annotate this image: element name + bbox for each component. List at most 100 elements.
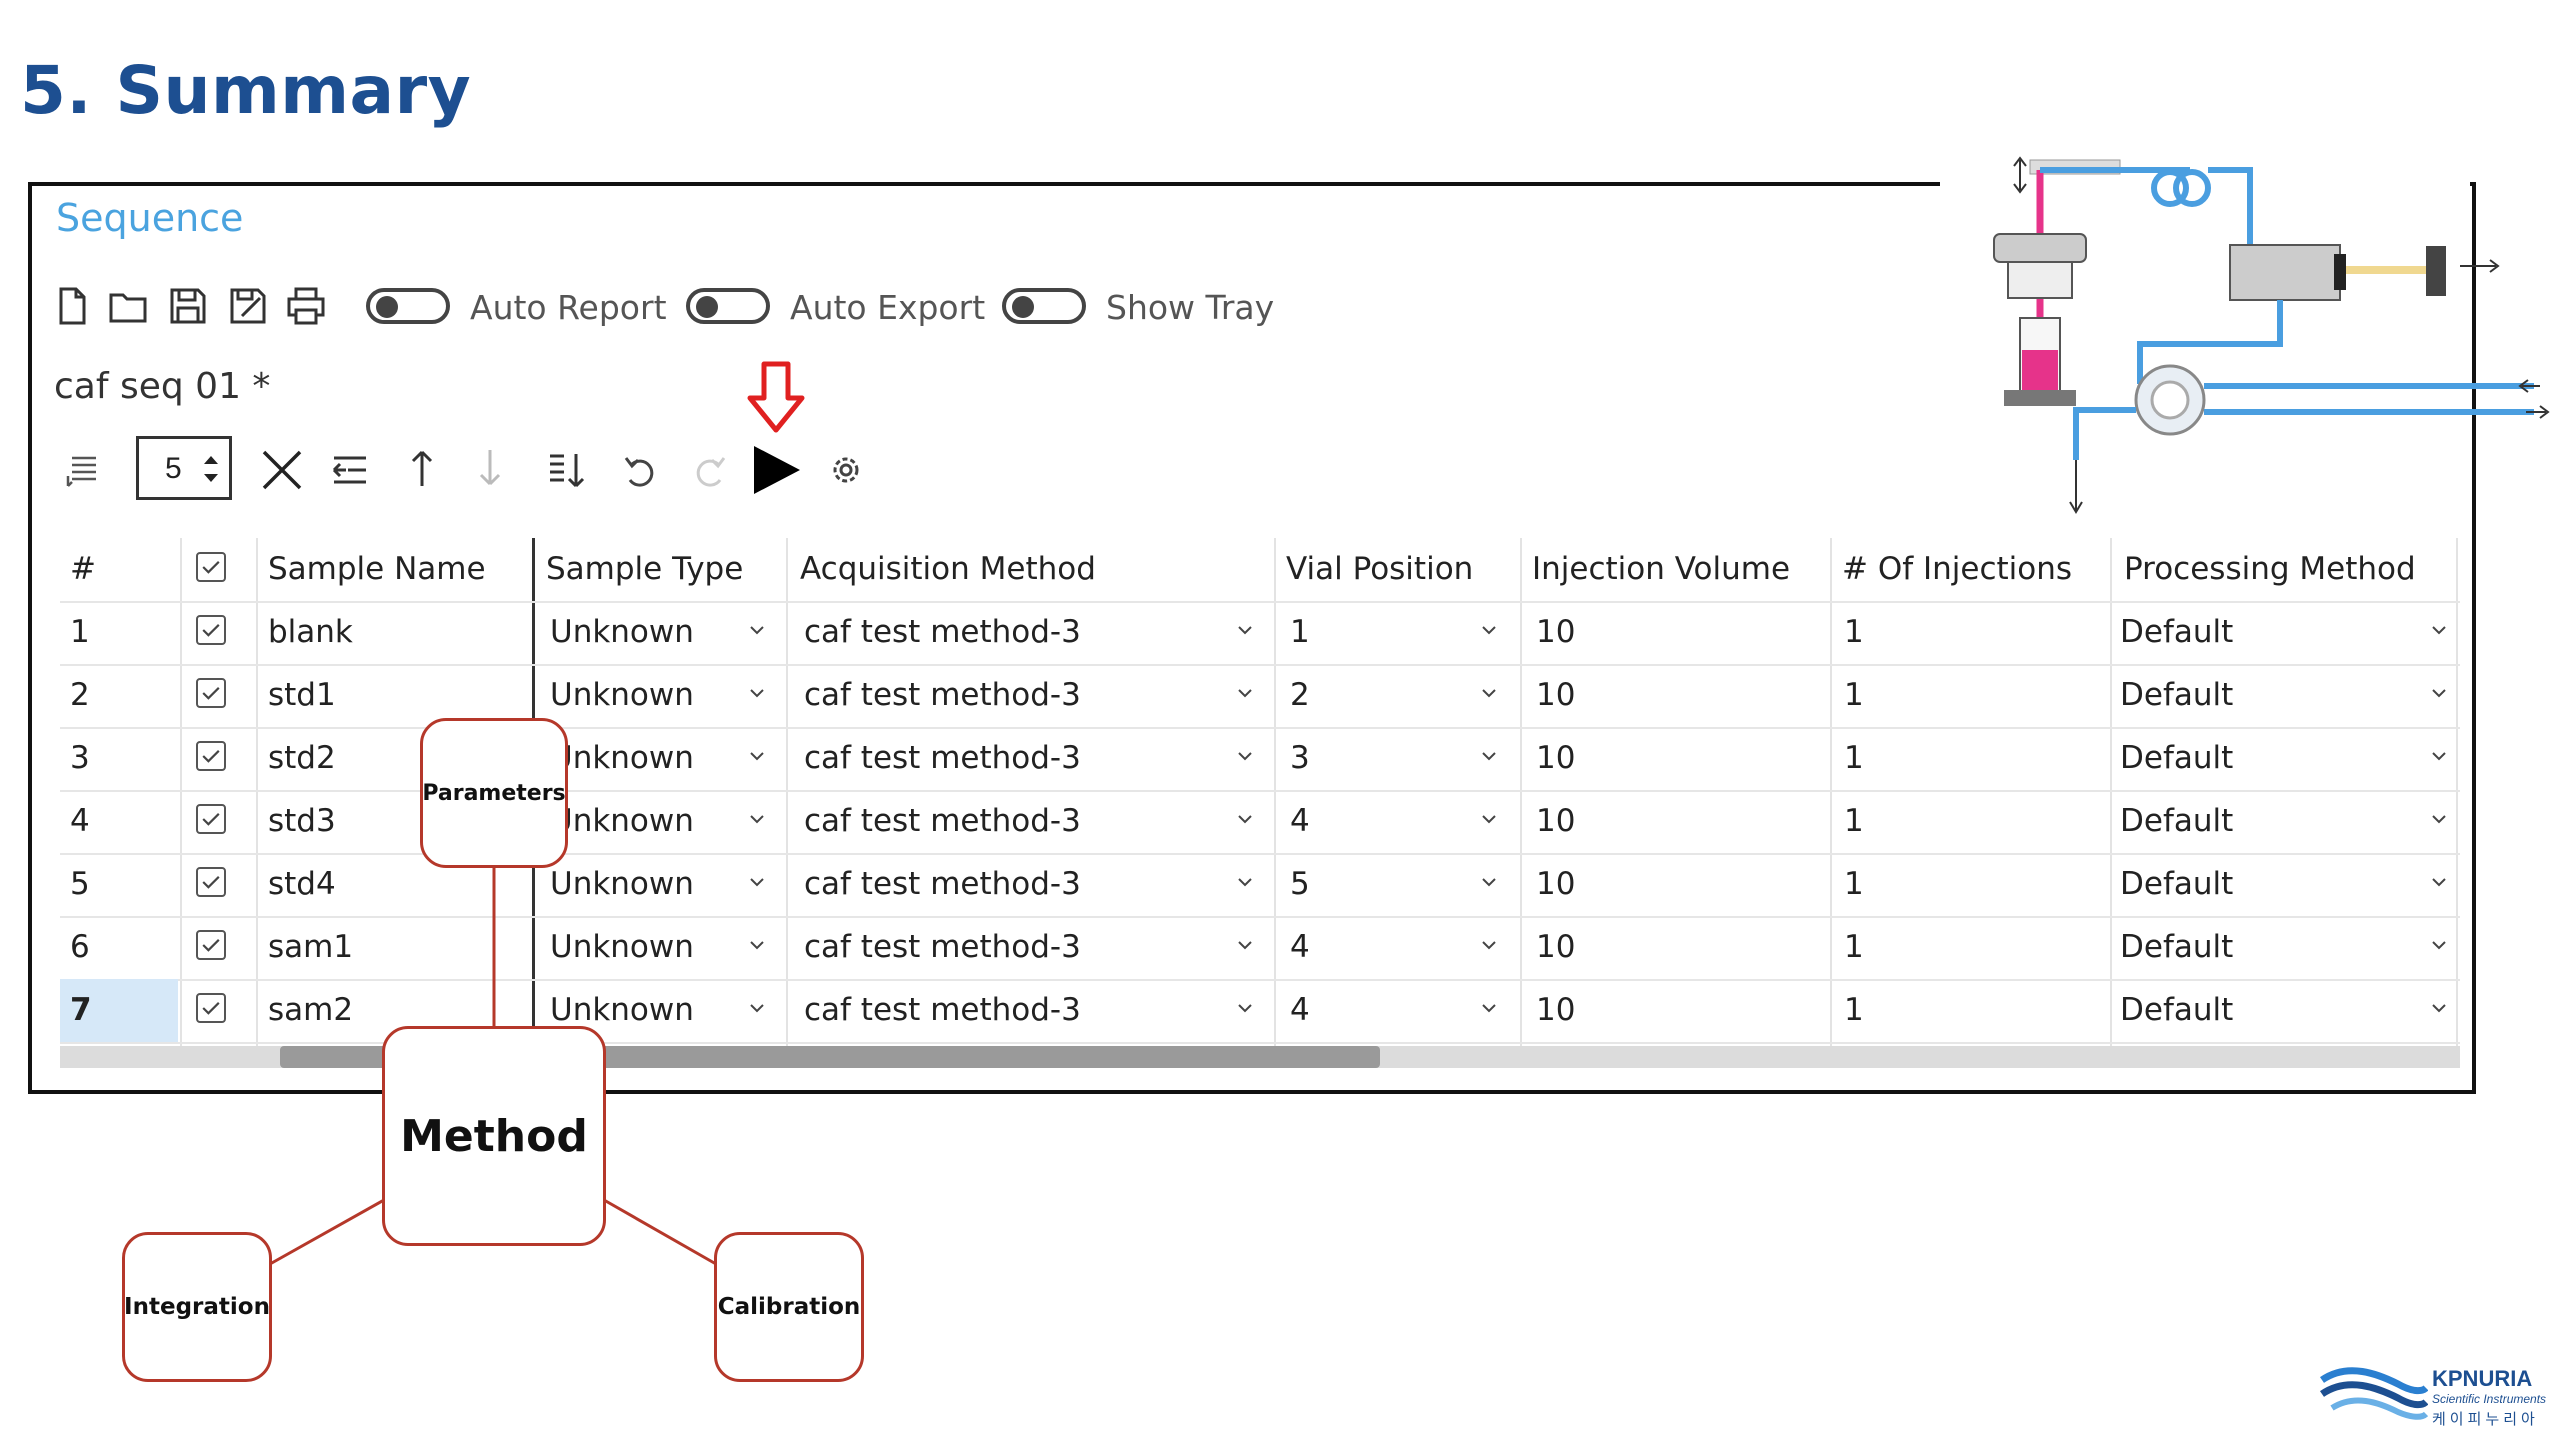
row-count-stepper[interactable]: 5 [136,436,232,500]
move-down-icon[interactable] [470,448,510,488]
save-icon[interactable] [168,286,208,326]
vial-position-select[interactable]: 3 [1290,727,1310,790]
table-row[interactable]: 6 sam1 Unknown caf test method-3 4 10 1 Default [60,916,2460,981]
chevron-down-icon[interactable] [1480,873,1498,891]
injections-count-cell[interactable]: 1 [1844,790,1864,853]
sample-name-cell[interactable]: std1 [268,664,336,727]
chevron-down-icon[interactable] [1236,621,1254,639]
injection-volume-cell[interactable]: 10 [1536,979,1575,1042]
vial-position-select[interactable]: 5 [1290,853,1310,916]
sample-name-cell[interactable]: sam1 [268,916,353,979]
outdent-icon[interactable] [330,450,370,490]
redo-icon[interactable] [690,452,730,492]
injections-count-cell[interactable]: 1 [1844,979,1864,1042]
run-icon[interactable] [748,442,804,498]
processing-method-select[interactable]: Default [2120,979,2233,1042]
vial-position-select[interactable]: 1 [1290,601,1310,664]
sample-name-cell[interactable]: std4 [268,853,336,916]
table-row[interactable]: 2 std1 Unknown caf test method-3 2 10 1 Default [60,664,2460,729]
processing-method-select[interactable]: Default [2120,790,2233,853]
chevron-down-icon[interactable] [748,810,766,828]
chevron-down-icon[interactable] [748,936,766,954]
processing-method-select[interactable]: Default [2120,601,2233,664]
injections-count-cell[interactable]: 1 [1844,664,1864,727]
chevron-down-icon[interactable] [2430,936,2448,954]
header-injection-volume[interactable]: Injection Volume [1532,538,1790,601]
processing-method-select[interactable]: Default [2120,727,2233,790]
sample-type-select[interactable]: Unknown [550,853,694,916]
show-tray-toggle[interactable] [1002,288,1086,324]
row-checkbox[interactable] [196,930,226,960]
sample-type-select[interactable]: Unknown [550,790,694,853]
injections-count-cell[interactable]: 1 [1844,916,1864,979]
chevron-down-icon[interactable] [1236,747,1254,765]
sample-name-cell[interactable]: blank [268,601,353,664]
header-vial-position[interactable]: Vial Position [1286,538,1473,601]
injection-volume-cell[interactable]: 10 [1536,727,1575,790]
acquisition-method-select[interactable]: caf test method-3 [804,664,1081,727]
row-number[interactable]: 7 [60,979,178,1042]
injection-volume-cell[interactable]: 10 [1536,664,1575,727]
acquisition-method-select[interactable]: caf test method-3 [804,601,1081,664]
sample-name-cell[interactable]: sam2 [268,979,353,1042]
acquisition-method-select[interactable]: caf test method-3 [804,916,1081,979]
acquisition-method-select[interactable]: caf test method-3 [804,853,1081,916]
chevron-down-icon[interactable] [1236,810,1254,828]
header-sample-name[interactable]: Sample Name [268,538,486,601]
chevron-down-icon[interactable] [1480,936,1498,954]
settings-icon[interactable] [826,450,866,490]
chevron-down-icon[interactable] [2430,810,2448,828]
chevron-down-icon[interactable] [2430,999,2448,1017]
row-number[interactable]: 2 [70,664,90,727]
chevron-down-icon[interactable] [2430,621,2448,639]
save-as-icon[interactable] [228,286,268,326]
vial-position-select[interactable]: 2 [1290,664,1310,727]
stepper-arrows-icon[interactable] [201,451,221,487]
header-processing-method[interactable]: Processing Method [2124,538,2416,601]
vial-position-select[interactable]: 4 [1290,916,1310,979]
chevron-down-icon[interactable] [2430,684,2448,702]
processing-method-select[interactable]: Default [2120,664,2233,727]
row-number[interactable]: 4 [70,790,90,853]
row-number[interactable]: 6 [70,916,90,979]
header-number-of-injections[interactable]: # Of Injections [1842,538,2072,601]
row-checkbox[interactable] [196,867,226,897]
chevron-down-icon[interactable] [748,621,766,639]
sample-type-select[interactable]: Unknown [550,601,694,664]
auto-export-toggle[interactable] [686,288,770,324]
sample-name-cell[interactable]: std2 [268,727,336,790]
delete-icon[interactable] [260,448,304,492]
chevron-down-icon[interactable] [748,684,766,702]
acquisition-method-select[interactable]: caf test method-3 [804,727,1081,790]
injection-volume-cell[interactable]: 10 [1536,853,1575,916]
row-checkbox[interactable] [196,741,226,771]
header-acquisition-method[interactable]: Acquisition Method [800,538,1096,601]
row-checkbox[interactable] [196,678,226,708]
sample-type-select[interactable]: Unknown [550,916,694,979]
vial-position-select[interactable]: 4 [1290,979,1310,1042]
acquisition-method-select[interactable]: caf test method-3 [804,790,1081,853]
processing-method-select[interactable]: Default [2120,916,2233,979]
header-sample-type[interactable]: Sample Type [546,538,743,601]
row-number[interactable]: 3 [70,727,90,790]
injection-volume-cell[interactable]: 10 [1536,790,1575,853]
table-row[interactable]: 1 blank Unknown caf test method-3 1 10 1 Defaul… [60,601,2460,666]
chevron-down-icon[interactable] [748,747,766,765]
chevron-down-icon[interactable] [1480,621,1498,639]
injection-volume-cell[interactable]: 10 [1536,601,1575,664]
undo-icon[interactable] [620,452,660,492]
injections-count-cell[interactable]: 1 [1844,601,1864,664]
chevron-down-icon[interactable] [1236,936,1254,954]
open-folder-icon[interactable] [108,286,148,326]
chevron-down-icon[interactable] [1480,747,1498,765]
injections-count-cell[interactable]: 1 [1844,853,1864,916]
move-up-icon[interactable] [402,448,442,488]
row-checkbox[interactable] [196,615,226,645]
header-number[interactable]: # [70,538,96,601]
print-icon[interactable] [286,286,326,326]
chevron-down-icon[interactable] [2430,747,2448,765]
row-number[interactable]: 1 [70,601,90,664]
injection-volume-cell[interactable]: 10 [1536,916,1575,979]
row-checkbox[interactable] [196,804,226,834]
sample-name-cell[interactable]: std3 [268,790,336,853]
